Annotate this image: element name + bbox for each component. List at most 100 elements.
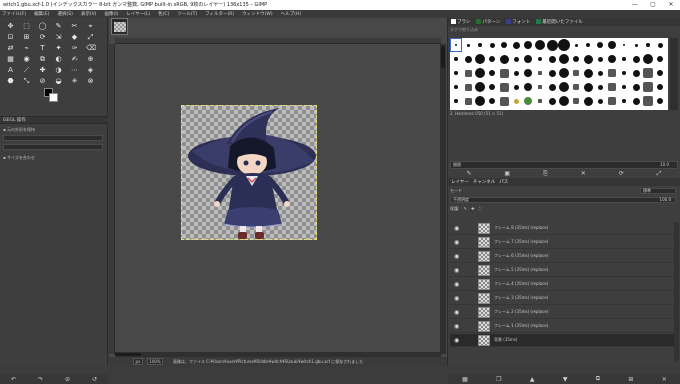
fuzzy-select-tool-icon[interactable]: ⌖ bbox=[86, 22, 95, 31]
lock-pixels-icon[interactable]: ✎ bbox=[464, 206, 467, 211]
vertical-scrollbar[interactable] bbox=[440, 44, 446, 354]
lower-layer-icon[interactable]: ▼ bbox=[563, 376, 568, 383]
brush-preview[interactable] bbox=[632, 55, 640, 63]
brush-preview[interactable] bbox=[559, 82, 569, 92]
brush-preview[interactable] bbox=[643, 82, 653, 92]
layer-row[interactable]: ◉ フレーム 5 (35ms) (replace) bbox=[450, 264, 678, 277]
minimize-button[interactable]: — bbox=[626, 0, 644, 10]
brush-preview[interactable] bbox=[475, 54, 485, 64]
delete-brush-icon[interactable]: ✕ bbox=[581, 170, 586, 178]
layer-row[interactable]: ◉ フレーム 4 (35ms) (replace) bbox=[450, 278, 678, 291]
brush-preview[interactable] bbox=[454, 71, 458, 75]
brush-preview[interactable] bbox=[643, 54, 653, 64]
layer-row[interactable]: ◉ フレーム 8 (35ms) (replace) bbox=[450, 222, 678, 235]
brush-preview[interactable] bbox=[583, 82, 593, 92]
brush-preview[interactable] bbox=[466, 43, 470, 47]
brush-preview[interactable] bbox=[538, 57, 542, 61]
mypaint-tool-icon[interactable]: ✍ bbox=[70, 55, 79, 64]
layer-name[interactable]: フレーム 1 (35ms) (replace) bbox=[494, 323, 548, 329]
brush-preview[interactable] bbox=[608, 69, 616, 77]
menu-select[interactable]: 選択(S) bbox=[57, 11, 72, 17]
brush-preview[interactable] bbox=[478, 43, 482, 47]
brush-preview[interactable] bbox=[623, 44, 625, 46]
brush-preview[interactable] bbox=[538, 99, 542, 103]
brush-preview[interactable] bbox=[548, 69, 556, 77]
visibility-eye-icon[interactable]: ◉ bbox=[454, 253, 459, 260]
brush-preview[interactable] bbox=[622, 99, 626, 103]
brush-preview[interactable] bbox=[501, 42, 507, 48]
brush-preview[interactable] bbox=[499, 68, 509, 78]
brush-preview[interactable] bbox=[622, 71, 626, 75]
brush-preview[interactable] bbox=[573, 98, 579, 104]
brush-preview[interactable] bbox=[559, 96, 569, 106]
gradient-tool-icon[interactable]: ◑ bbox=[54, 66, 63, 75]
brush-preview[interactable] bbox=[622, 57, 626, 61]
rotate-tool-icon[interactable]: ⟳ bbox=[38, 33, 47, 42]
visibility-eye-icon[interactable]: ◉ bbox=[454, 267, 459, 274]
brush-preview[interactable] bbox=[657, 98, 663, 104]
maximize-button[interactable]: ▢ bbox=[644, 0, 662, 10]
brush-preview[interactable] bbox=[475, 96, 485, 106]
menu-file[interactable]: ファイル(F) bbox=[2, 11, 26, 17]
move-tool-icon[interactable]: ✥ bbox=[6, 22, 15, 31]
zoom-tool-icon[interactable]: ⊕ bbox=[86, 55, 95, 64]
brush-preview[interactable] bbox=[489, 56, 495, 62]
raise-layer-icon[interactable]: ▲ bbox=[530, 376, 535, 383]
align-tool-icon[interactable]: ⊞ bbox=[22, 33, 31, 42]
layer-name[interactable]: フレーム 2 (35ms) (replace) bbox=[494, 309, 548, 315]
option-field-2[interactable] bbox=[3, 144, 103, 150]
lock-alpha-icon[interactable]: ⛶ bbox=[479, 206, 482, 211]
brush-preview[interactable] bbox=[657, 56, 663, 62]
new-layer-group-icon[interactable]: ▦ bbox=[462, 376, 468, 383]
brush-preview[interactable] bbox=[489, 70, 495, 76]
crop-tool-icon[interactable]: ⊡ bbox=[6, 33, 15, 42]
mode-select[interactable]: 標準 bbox=[640, 188, 676, 194]
brush-preview[interactable] bbox=[559, 54, 569, 64]
color-picker-tool-icon[interactable]: ◈ bbox=[86, 66, 95, 75]
warp-tool-icon[interactable]: ⤢ bbox=[86, 33, 95, 42]
brush-preview[interactable] bbox=[548, 97, 556, 105]
brush-preview[interactable] bbox=[608, 83, 616, 91]
foreground-tool-icon[interactable]: ⊗ bbox=[86, 77, 95, 86]
brush-preview[interactable] bbox=[608, 55, 616, 63]
menu-layer[interactable]: レイヤー(L) bbox=[126, 11, 150, 17]
bucket-tool-icon[interactable]: ◉ bbox=[22, 55, 31, 64]
layer-name[interactable]: フレーム 8 (35ms) (replace) bbox=[494, 225, 548, 231]
brush-preview[interactable] bbox=[513, 56, 519, 62]
perspective-tool-icon[interactable]: ⬣ bbox=[6, 77, 15, 86]
brush-preview[interactable] bbox=[464, 97, 472, 105]
brush-preview[interactable] bbox=[538, 85, 542, 89]
brush-preview[interactable] bbox=[524, 69, 532, 77]
brush-preview[interactable] bbox=[632, 83, 640, 91]
brush-preview[interactable] bbox=[489, 84, 495, 90]
menu-image[interactable]: 画像(I) bbox=[104, 11, 118, 17]
duplicate-brush-icon[interactable]: ⎘ bbox=[543, 170, 548, 178]
brush-preview[interactable] bbox=[632, 69, 640, 77]
scale-tool-icon[interactable]: ⇲ bbox=[54, 33, 63, 42]
brush-preview[interactable] bbox=[475, 82, 485, 92]
brush-preview[interactable] bbox=[513, 84, 519, 90]
tab-patterns[interactable]: パターン bbox=[476, 19, 500, 25]
eraser-tool-icon[interactable]: ⌫ bbox=[86, 44, 96, 53]
tab-channels[interactable]: チャンネル bbox=[473, 179, 495, 185]
restore-options-icon[interactable]: ↷ bbox=[38, 376, 43, 383]
brush-preview[interactable] bbox=[499, 82, 509, 92]
ellipse-select-tool-icon[interactable]: ◯ bbox=[38, 22, 47, 31]
image-tab-thumbnail[interactable] bbox=[111, 18, 128, 35]
layer-row[interactable]: ◉ フレーム 7 (35ms) (replace) bbox=[450, 236, 678, 249]
brush-preview[interactable] bbox=[464, 55, 472, 63]
open-brush-as-image-icon[interactable]: ⤢ bbox=[657, 170, 662, 178]
brush-preview[interactable] bbox=[573, 84, 579, 90]
unit-selector[interactable]: px bbox=[133, 358, 143, 365]
cage-tool-icon[interactable]: ⤡ bbox=[22, 77, 31, 86]
brush-preview[interactable] bbox=[634, 43, 638, 47]
layer-row[interactable]: ◉ 背景 (35ms) bbox=[450, 334, 678, 347]
layer-row[interactable]: ◉ フレーム 3 (35ms) (replace) bbox=[450, 292, 678, 305]
duplicate-layer-icon[interactable]: ⧉ bbox=[596, 375, 600, 383]
brush-preview[interactable] bbox=[597, 84, 603, 90]
layer-name[interactable]: フレーム 7 (35ms) (replace) bbox=[494, 239, 548, 245]
brush-preview[interactable] bbox=[524, 41, 532, 49]
save-options-icon[interactable]: ↶ bbox=[11, 376, 16, 383]
option-field[interactable] bbox=[3, 135, 103, 141]
brush-preview[interactable] bbox=[535, 40, 545, 50]
